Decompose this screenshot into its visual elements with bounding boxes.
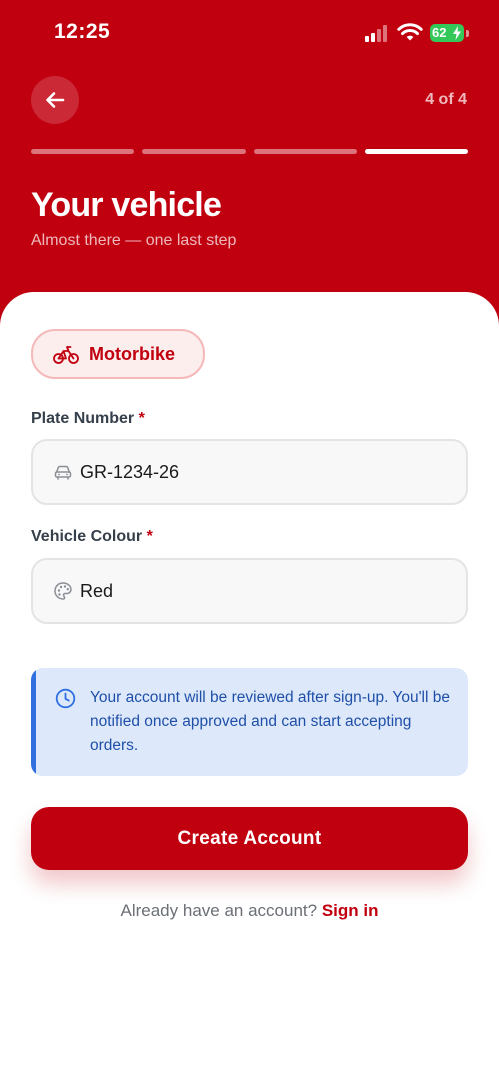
vehicle-type-chip[interactable]: Motorbike <box>31 329 205 379</box>
plate-number-label-text: Plate Number <box>31 410 135 427</box>
review-notice: Your account will be reviewed after sign… <box>31 668 468 776</box>
status-bar: 12:25 62 <box>0 0 499 64</box>
vehicle-colour-value: Red <box>80 580 114 601</box>
status-time: 12:25 <box>54 20 111 43</box>
create-account-button[interactable]: Create Account <box>31 807 468 870</box>
progress-bar <box>31 149 468 155</box>
vehicle-type-label: Motorbike <box>89 343 176 364</box>
progress-segment-2 <box>142 149 246 154</box>
signin-link[interactable]: Sign in <box>322 901 379 920</box>
notice-accent-bar <box>31 668 36 776</box>
progress-segment-1 <box>31 149 135 154</box>
car-icon <box>54 465 72 480</box>
back-button[interactable] <box>31 76 79 124</box>
plate-required-mark: * <box>138 410 145 427</box>
cellular-signal-icon <box>365 24 391 42</box>
plate-number-value: GR-1234-26 <box>80 461 180 482</box>
battery-icon: 62 <box>430 24 464 42</box>
signin-row: Already have an account? Sign in <box>0 901 499 921</box>
plate-number-input[interactable]: GR-1234-26 <box>31 439 468 505</box>
clock-icon <box>55 688 76 709</box>
progress-segment-4 <box>364 149 468 154</box>
arrow-left-icon <box>46 92 65 108</box>
vehicle-colour-input[interactable]: Red <box>31 558 468 624</box>
wifi-icon <box>397 23 423 41</box>
page-subtitle: Almost there — one last step <box>31 232 237 249</box>
charging-bolt-icon <box>453 26 461 40</box>
battery-level: 62 <box>432 25 447 40</box>
progress-segment-3 <box>253 149 357 154</box>
page-title: Your vehicle <box>31 186 222 224</box>
colour-required-mark: * <box>146 528 153 545</box>
plate-number-label: Plate Number * <box>31 410 145 428</box>
bike-icon <box>53 346 79 364</box>
signin-prompt: Already have an account? <box>120 901 318 920</box>
battery-cap <box>466 30 469 37</box>
vehicle-colour-label: Vehicle Colour * <box>31 528 153 546</box>
step-counter: 4 of 4 <box>425 91 467 108</box>
palette-icon <box>54 582 72 600</box>
vehicle-colour-label-text: Vehicle Colour <box>31 528 143 545</box>
review-notice-text: Your account will be reviewed after sign… <box>90 689 450 754</box>
